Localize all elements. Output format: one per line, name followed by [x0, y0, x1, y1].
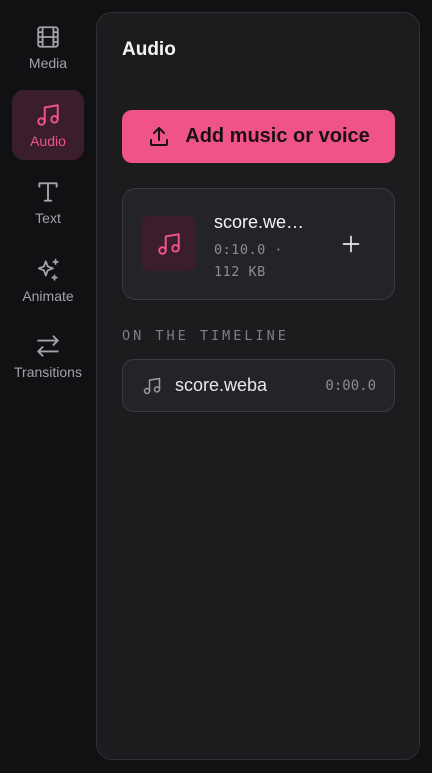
film-icon: [35, 24, 61, 50]
add-music-button-label: Add music or voice: [185, 125, 370, 147]
timeline-item-time: 0:00.0: [325, 378, 376, 394]
asset-duration: 0:10.0 ·: [214, 242, 284, 258]
upload-icon: [147, 125, 171, 149]
timeline-item[interactable]: score.weba 0:00.0: [122, 359, 395, 412]
asset-meta: 0:10.0 · 112 KB: [214, 239, 314, 283]
audio-asset-card[interactable]: score.we… 0:10.0 · 112 KB: [122, 188, 395, 300]
add-to-timeline-button[interactable]: [338, 231, 364, 257]
sidebar-item-media[interactable]: Media: [12, 18, 84, 76]
panel-title: Audio: [122, 39, 176, 60]
section-heading: ON THE TIMELINE: [122, 328, 289, 344]
sidebar-item-transitions[interactable]: Transitions: [6, 326, 90, 386]
music-note-icon: [157, 232, 180, 255]
text-icon: [35, 179, 61, 205]
arrows-left-right-icon: [35, 333, 61, 359]
sidebar-item-label: Transitions: [14, 363, 82, 380]
asset-thumbnail: [141, 216, 196, 271]
asset-name: score.we…: [214, 212, 305, 232]
sidebar-item-animate[interactable]: Animate: [12, 250, 84, 310]
sidebar-item-text[interactable]: Text: [12, 172, 84, 232]
sidebar-item-audio[interactable]: Audio: [12, 90, 84, 160]
sidebar-rail: Media Audio Text Animate Transitions: [0, 0, 96, 773]
plus-icon: [342, 235, 360, 253]
music-note-icon: [35, 102, 61, 128]
sidebar-item-label: Audio: [30, 132, 66, 149]
asset-size: 112 KB: [214, 264, 266, 280]
sidebar-item-label: Text: [35, 209, 61, 226]
timeline-item-name: score.weba: [175, 375, 268, 395]
sparkles-icon: [35, 257, 61, 283]
add-music-button[interactable]: Add music or voice: [122, 110, 395, 163]
audio-panel: Audio Add music or voice score.we… 0:10.…: [96, 12, 420, 760]
sidebar-item-label: Media: [28, 54, 68, 71]
sidebar-item-label: Animate: [22, 287, 74, 304]
music-note-icon: [142, 376, 162, 396]
